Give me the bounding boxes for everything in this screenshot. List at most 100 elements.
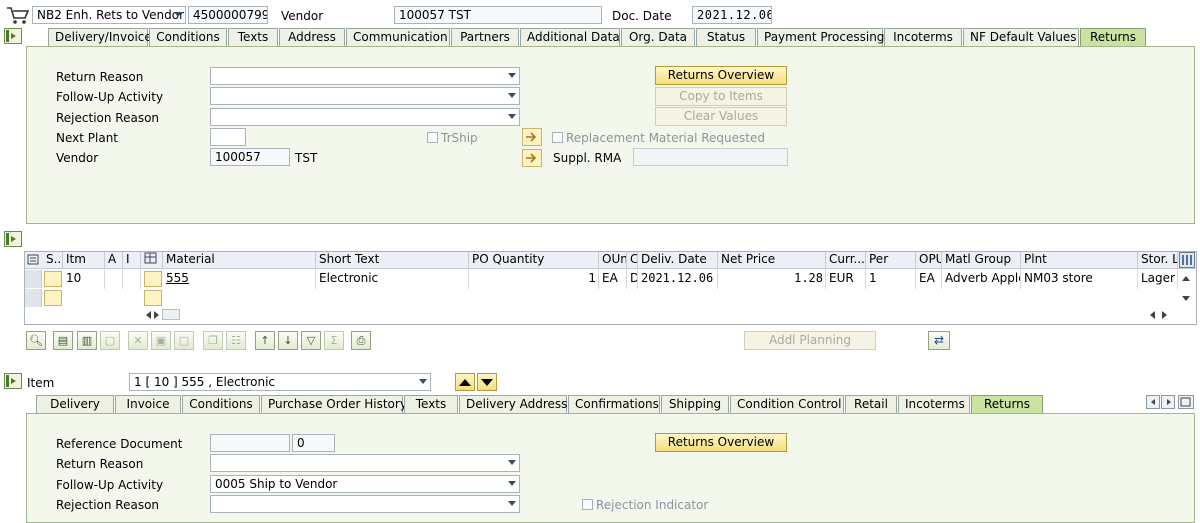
row-selector[interactable] — [25, 289, 42, 307]
doc-type-select[interactable]: NB2 Enh. Rets to Vendor — [32, 6, 186, 24]
next-plant-field[interactable] — [210, 128, 246, 146]
table-row-matl-group[interactable]: Adverb Apple — [942, 270, 1021, 289]
sort-ascending-icon[interactable]: ↑ — [255, 331, 275, 350]
select-all-icon[interactable]: ▤ — [53, 331, 73, 350]
suppl-rma-field[interactable] — [633, 148, 788, 166]
select-block-icon[interactable]: ▥ — [77, 331, 97, 350]
col-po-quantity[interactable]: PO Quantity — [469, 252, 599, 269]
tab-invoice[interactable]: Invoice — [115, 395, 181, 413]
table-row-opu[interactable]: EA — [916, 270, 942, 289]
table-row-item[interactable]: 10 — [63, 270, 105, 289]
copy-icon[interactable]: ❐ — [203, 331, 223, 350]
right-scroll-arrow-icon[interactable] — [154, 311, 159, 319]
tab-returns[interactable]: Returns — [1080, 28, 1146, 46]
tab-scroll-right-icon[interactable] — [1161, 395, 1175, 409]
item-expand-icon[interactable] — [4, 373, 22, 389]
table-row-currency[interactable]: EUR — [826, 270, 866, 289]
row-selector[interactable] — [25, 270, 42, 288]
unlock-icon[interactable]: □ — [174, 331, 194, 350]
col-plant[interactable]: Plnt — [1021, 252, 1138, 269]
material-link[interactable]: 555 — [166, 271, 189, 285]
tab-org-data[interactable]: Org. Data — [621, 28, 695, 46]
reference-document-field[interactable] — [210, 434, 290, 452]
replacement-material-checkbox[interactable] — [552, 132, 563, 143]
copy-to-items-button[interactable]: Copy to Items — [655, 87, 787, 106]
table-row-i[interactable] — [123, 270, 141, 289]
reference-item-field[interactable]: 0 — [292, 434, 335, 452]
item-select[interactable]: 1 [ 10 ] 555 , Electronic — [129, 373, 431, 391]
vendor-number-field[interactable]: 100057 — [210, 148, 290, 166]
right-scroll-arrow-icon[interactable] — [1162, 311, 1167, 319]
col-material[interactable]: Material — [163, 252, 316, 269]
rejection-reason-select-item[interactable] — [210, 495, 520, 513]
followup-activity-select-item[interactable]: 0005 Ship to Vendor — [210, 475, 520, 493]
deselect-icon[interactable]: ▢ — [100, 331, 120, 350]
tab-delivery-address[interactable]: Delivery Address — [459, 395, 567, 413]
lock-icon[interactable]: ▣ — [151, 331, 171, 350]
tab-conditions-item[interactable]: Conditions — [182, 395, 260, 413]
rejection-indicator-checkbox[interactable] — [582, 499, 593, 510]
col-net-price[interactable]: Net Price — [718, 252, 826, 269]
sort-descending-icon[interactable]: ↓ — [278, 331, 298, 350]
table-row-material[interactable]: 555 — [163, 270, 316, 289]
col-status[interactable]: S.. — [43, 252, 63, 269]
return-reason-select[interactable] — [210, 67, 520, 85]
table-row-per[interactable]: 1 — [866, 270, 916, 289]
returns-overview-button-item[interactable]: Returns Overview — [655, 433, 787, 452]
table-row-deliv-date[interactable]: 2021.12.06 — [638, 270, 718, 289]
tab-incoterms-item[interactable]: Incoterms — [898, 395, 970, 413]
col-a[interactable]: A — [105, 252, 123, 269]
tab-retail[interactable]: Retail — [845, 395, 897, 413]
tab-shipping[interactable]: Shipping — [661, 395, 729, 413]
vendor-field[interactable]: 100057 TST — [394, 6, 602, 24]
col-stor-loc[interactable]: Stor. Lo — [1138, 252, 1178, 269]
col-opu[interactable]: OPU — [916, 252, 942, 269]
tab-texts[interactable]: Texts — [228, 28, 278, 46]
col-matl-group[interactable]: Matl Group — [942, 252, 1021, 269]
next-item-button[interactable] — [477, 373, 497, 391]
tab-address[interactable]: Address — [279, 28, 345, 46]
status-cell[interactable] — [44, 271, 62, 287]
col-icon[interactable] — [141, 252, 163, 269]
col-deliv-date[interactable]: Deliv. Date — [638, 252, 718, 269]
return-reason-select-item[interactable] — [210, 454, 520, 472]
price-simulation-icon[interactable]: ⇄ — [928, 331, 950, 350]
col-short-text[interactable]: Short Text — [316, 252, 469, 269]
tab-confirmations[interactable]: Confirmations — [568, 395, 660, 413]
tab-scroll-left-icon[interactable] — [1146, 395, 1160, 409]
tab-incoterms[interactable]: Incoterms — [884, 28, 962, 46]
table-row-plant[interactable]: NM03 store — [1021, 270, 1138, 289]
table-row-net-price[interactable]: 1.28 — [718, 270, 826, 289]
tab-nf-default-values[interactable]: NF Default Values — [963, 28, 1079, 46]
table-row-short-text[interactable]: Electronic — [316, 270, 469, 289]
col-currency[interactable]: Curr... — [826, 252, 866, 269]
tab-texts-item[interactable]: Texts — [404, 395, 458, 413]
doc-date-field[interactable]: 2021.12.06 — [692, 6, 772, 24]
col-per[interactable]: Per — [866, 252, 916, 269]
tab-delivery-invoice[interactable]: Delivery/Invoice — [48, 28, 152, 46]
tab-status[interactable]: Status — [696, 28, 756, 46]
table-row-a[interactable] — [105, 270, 123, 289]
arrow-right-icon[interactable] — [522, 128, 542, 146]
rejection-reason-select[interactable] — [210, 108, 520, 126]
print-icon[interactable]: ⎙ — [351, 331, 371, 350]
tab-additional-data[interactable]: Additional Data — [520, 28, 620, 46]
col-item[interactable]: Itm — [63, 252, 105, 269]
horizontal-scrollbar[interactable] — [162, 309, 180, 320]
total-icon[interactable]: Σ — [324, 331, 344, 350]
col-c[interactable]: C — [627, 252, 638, 269]
tab-payment-processing[interactable]: Payment Processing — [757, 28, 884, 46]
table-row-oun[interactable]: EA — [599, 270, 627, 289]
left-scroll-arrow-icon[interactable] — [146, 311, 151, 319]
table-row-po-qty[interactable]: 1 — [469, 270, 599, 289]
delete-icon[interactable]: ✕ — [128, 331, 148, 350]
paste-icon[interactable]: ☷ — [226, 331, 246, 350]
left-scroll-arrow-icon[interactable] — [1150, 311, 1155, 319]
table-row-stor-loc[interactable]: Lager 0 — [1138, 270, 1178, 289]
tab-communication[interactable]: Communication — [346, 28, 450, 46]
trship-checkbox[interactable] — [427, 132, 438, 143]
followup-activity-select[interactable] — [210, 87, 520, 105]
table-row-c[interactable]: D — [627, 270, 638, 289]
status-cell[interactable] — [44, 290, 62, 306]
po-number-field[interactable]: 4500000799 — [188, 6, 268, 24]
